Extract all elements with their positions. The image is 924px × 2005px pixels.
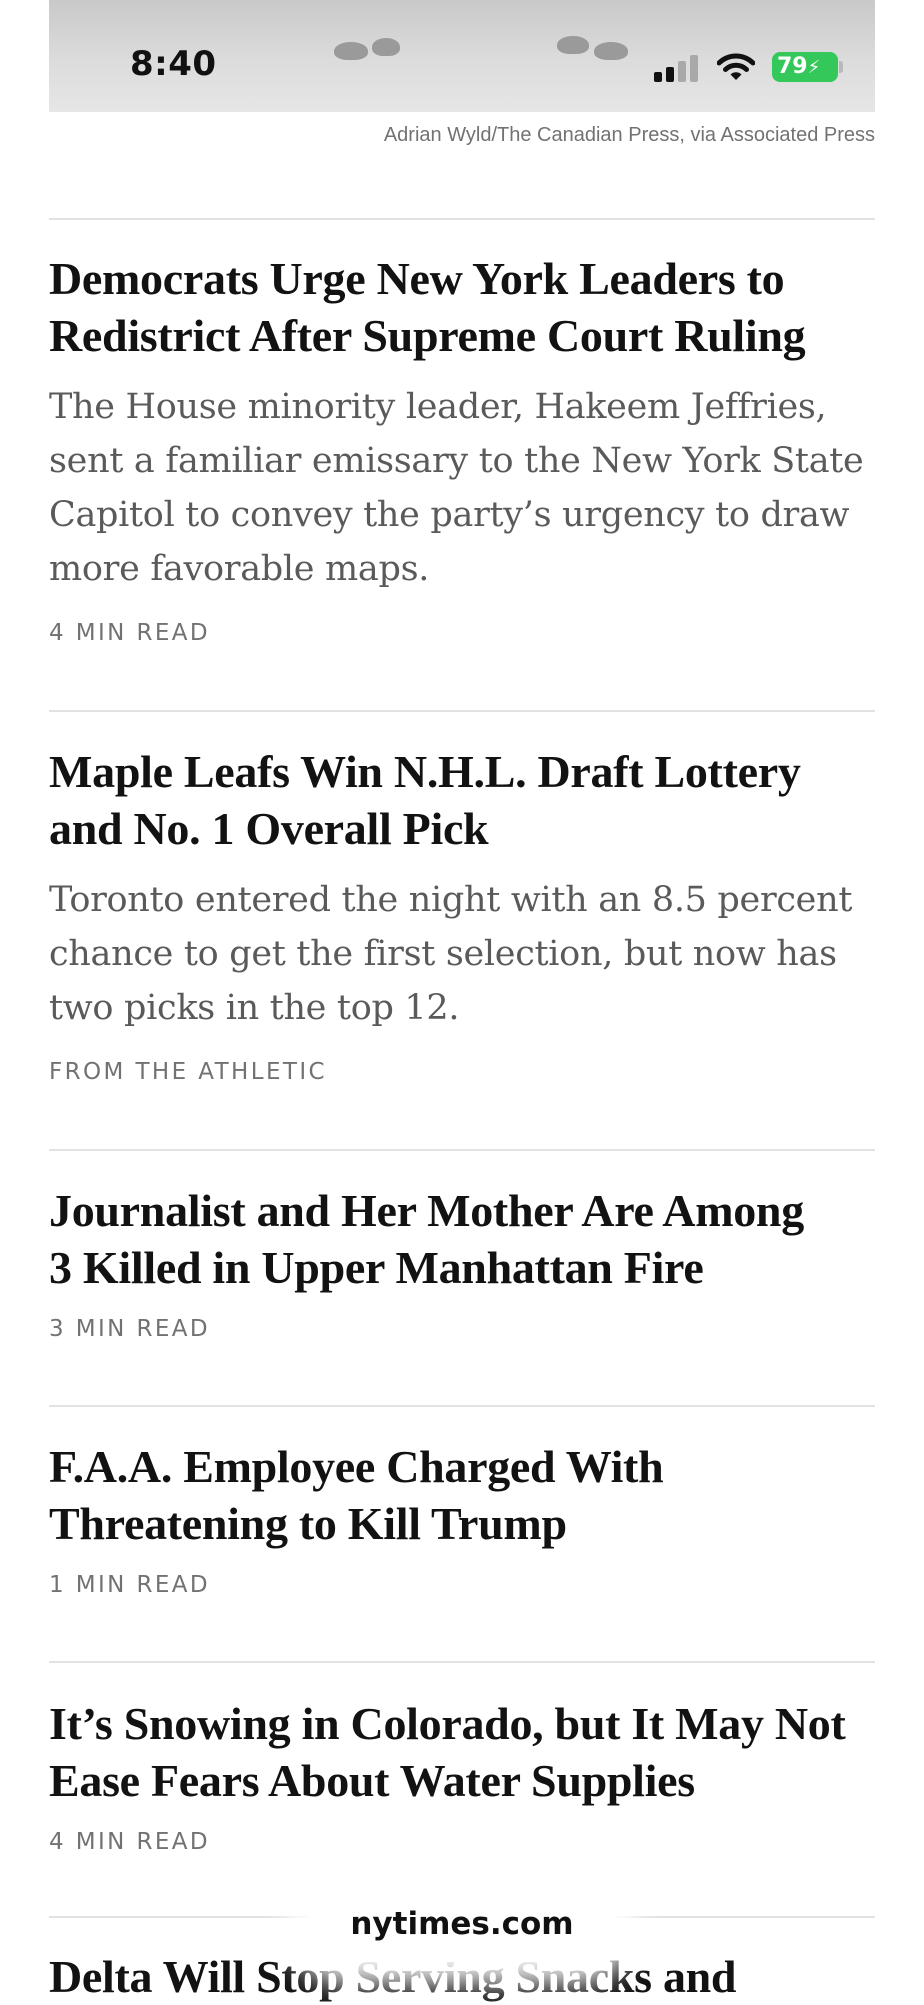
article-headline[interactable]: Maple Leafs Win N.H.L. Draft Lottery and… <box>49 743 875 857</box>
divider <box>49 1149 875 1151</box>
divider <box>49 1661 875 1663</box>
address-bar[interactable]: nytimes.com <box>308 1886 616 1962</box>
cellular-signal-icon <box>654 54 700 82</box>
charging-bolt-icon: ⚡ <box>807 57 821 78</box>
divider <box>49 1405 875 1407</box>
wifi-icon <box>717 53 755 80</box>
read-time-label: 1 MIN READ <box>49 1572 211 1598</box>
photo-credit: Adrian Wyld/The Canadian Press, via Asso… <box>383 124 875 146</box>
article-headline[interactable]: Democrats Urge New York Leaders to Redis… <box>49 250 875 364</box>
article-summary[interactable]: The House minority leader, Hakeem Jeffri… <box>49 380 879 596</box>
battery-level: 79 <box>777 54 808 79</box>
battery-tip <box>839 61 843 73</box>
article-headline[interactable]: F.A.A. Employee Charged With Threatening… <box>49 1438 875 1552</box>
url-text: nytimes.com <box>350 1906 574 1942</box>
divider <box>49 710 875 712</box>
read-time-label: 3 MIN READ <box>49 1316 211 1342</box>
read-time-label: 4 MIN READ <box>49 1829 211 1855</box>
status-bar: 8:40 79⚡ <box>0 0 924 112</box>
read-time-label: 4 MIN READ <box>49 620 211 646</box>
divider <box>49 218 875 220</box>
battery-icon: 79⚡ <box>772 52 838 82</box>
article-headline[interactable]: Journalist and Her Mother Are Among 3 Ki… <box>49 1182 875 1296</box>
status-time: 8:40 <box>130 44 217 84</box>
article-summary[interactable]: Toronto entered the night with an 8.5 pe… <box>49 873 879 1035</box>
source-label: FROM THE ATHLETIC <box>49 1059 327 1085</box>
article-headline[interactable]: It’s Snowing in Colorado, but It May Not… <box>49 1695 875 1809</box>
